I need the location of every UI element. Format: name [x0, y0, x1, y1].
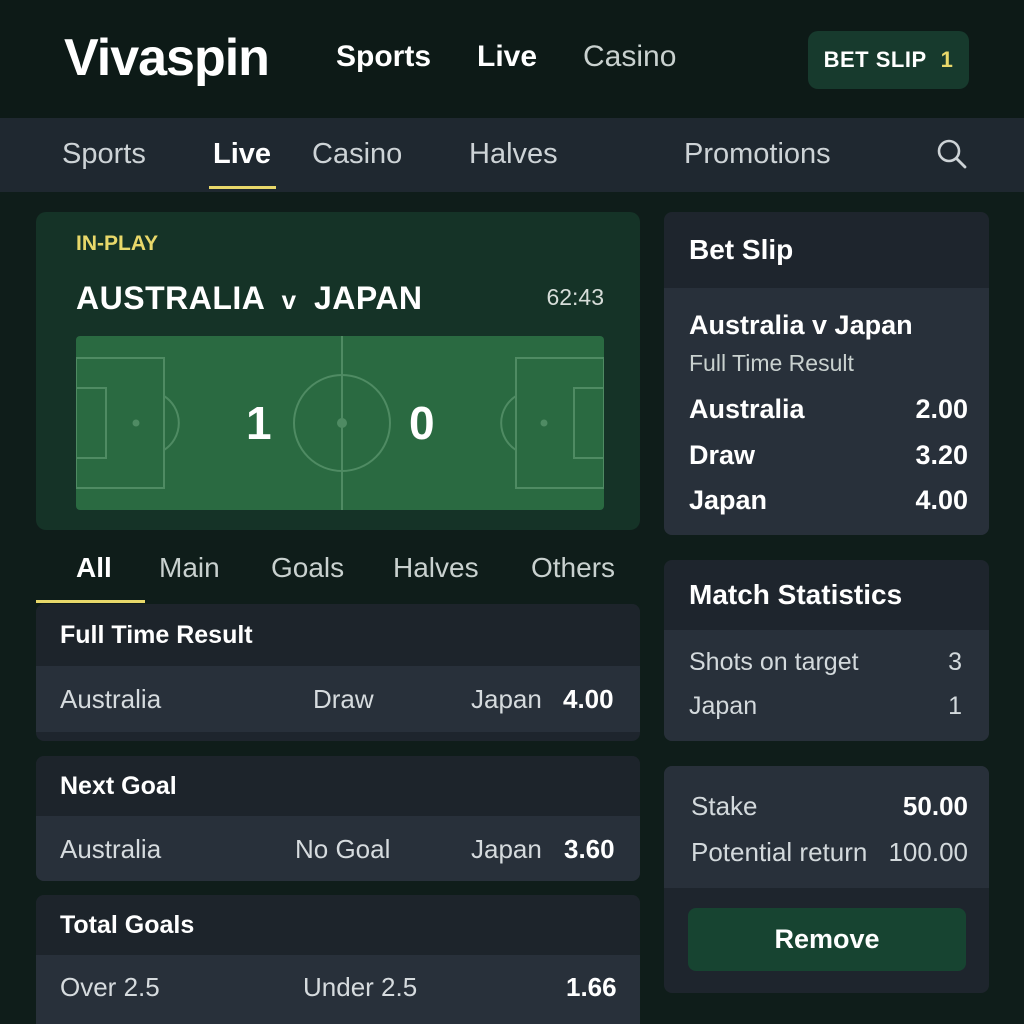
selection-name: Japan: [689, 485, 768, 515]
bet-slip-selection-australia[interactable]: Australia 2.00: [689, 394, 968, 425]
market-total-goals: Total Goals Over 2.5 Under 2.5 1.66: [36, 895, 640, 1024]
bet-slip-market: Full Time Result: [689, 350, 854, 376]
market-title: Next Goal: [36, 756, 640, 816]
selection-away[interactable]: Japan: [471, 834, 542, 865]
market-row: Australia Draw Japan 4.00: [36, 666, 640, 732]
bet-slip-title: Bet Slip: [689, 234, 794, 265]
bet-slip-body: Australia v Japan Full Time Result Austr…: [664, 288, 989, 535]
bet-slip-match: Australia v Japan: [689, 310, 913, 340]
top-nav-casino[interactable]: Casino: [583, 40, 676, 74]
potential-return-value: 100.00: [888, 837, 968, 867]
stake-body: Stake 50.00 Potential return 100.00: [664, 766, 989, 888]
selection-name: Draw: [689, 440, 756, 470]
potential-return-label: Potential return: [691, 837, 868, 867]
selection-home[interactable]: Australia: [60, 684, 161, 715]
inplay-label: IN-PLAY: [76, 232, 159, 255]
market-tab-halves[interactable]: Halves: [393, 552, 479, 584]
market-row: Over 2.5 Under 2.5 1.66: [36, 955, 640, 1024]
home-team-name: AUSTRALIA: [76, 280, 265, 316]
search-icon[interactable]: [936, 138, 968, 170]
bet-slip-selection-japan[interactable]: Japan 4.00: [689, 485, 968, 516]
selection-name: Australia: [689, 394, 805, 424]
subnav-item-halves[interactable]: Halves: [469, 138, 558, 171]
match-statistics-title: Match Statistics: [689, 579, 903, 610]
subnav-item-promotions[interactable]: Promotions: [684, 138, 831, 171]
bet-slip-button[interactable]: BET SLIP 1: [808, 31, 969, 89]
selection-odds: 2.00: [915, 394, 968, 424]
match-title: AUSTRALIA v JAPAN: [76, 280, 423, 317]
match-statistics-panel: Match Statistics Shots on target 3 Japan…: [664, 560, 989, 741]
market-row: Australia No Goal Japan 3.60: [36, 816, 640, 881]
stat-value: 3: [948, 648, 962, 676]
subnav-item-casino[interactable]: Casino: [312, 138, 402, 171]
selection-draw[interactable]: Draw: [313, 684, 374, 715]
brand-logo[interactable]: Vivaspin: [64, 28, 270, 88]
selection-over[interactable]: Over 2.5: [60, 972, 160, 1003]
match-clock: 62:43: [546, 284, 604, 310]
selection-odds: 4.00: [915, 485, 968, 515]
subnav-item-sports[interactable]: Sports: [62, 138, 146, 171]
odds-value[interactable]: 4.00: [563, 684, 614, 715]
stake-label: Stake: [691, 791, 758, 821]
stat-row: Shots on target 3: [689, 648, 962, 677]
market-tab-main[interactable]: Main: [159, 552, 220, 584]
remove-button[interactable]: Remove: [688, 908, 966, 971]
selection-under[interactable]: Under 2.5: [303, 972, 417, 1003]
top-nav-sports[interactable]: Sports: [336, 40, 431, 74]
market-title: Total Goals: [36, 895, 640, 955]
bet-slip-selection-draw[interactable]: Draw 3.20: [689, 440, 968, 471]
match-statistics-body: Shots on target 3 Japan 1: [664, 630, 989, 741]
market-next-goal: Next Goal Australia No Goal Japan 3.60: [36, 756, 640, 881]
home-score: 1: [246, 397, 272, 449]
selection-home[interactable]: Australia: [60, 834, 161, 865]
potential-return-row: Potential return 100.00: [691, 837, 968, 868]
selection-no-goal[interactable]: No Goal: [295, 834, 390, 865]
inplay-match-card[interactable]: IN-PLAY AUSTRALIA v JAPAN 62:43 1 0: [36, 212, 640, 530]
selection-odds: 3.20: [915, 440, 968, 470]
stat-label: Japan: [689, 692, 758, 720]
market-title: Full Time Result: [36, 604, 640, 666]
market-tab-others[interactable]: Others: [531, 552, 615, 584]
bet-slip-button-label: BET SLIP: [823, 47, 927, 72]
stake-row[interactable]: Stake 50.00: [691, 791, 968, 822]
bet-slip-panel: Bet Slip Australia v Japan Full Time Res…: [664, 212, 989, 535]
bet-slip-count-badge: 1: [940, 47, 954, 72]
stat-row: Japan 1: [689, 692, 962, 721]
top-header: Vivaspin Sports Live Casino BET SLIP 1: [0, 0, 1024, 118]
market-full-time-result: Full Time Result Australia Draw Japan 4.…: [36, 604, 640, 741]
top-nav-live[interactable]: Live: [477, 40, 537, 74]
pitch-graphic: 1 0: [76, 336, 604, 510]
away-team-name: JAPAN: [313, 280, 423, 316]
odds-value[interactable]: 3.60: [564, 834, 615, 865]
away-score: 0: [409, 397, 435, 449]
pitch-lines: [76, 336, 604, 510]
market-tab-indicator: [36, 600, 145, 603]
subnav-item-live[interactable]: Live: [213, 138, 271, 171]
stat-value: 1: [948, 692, 962, 720]
versus-label: v: [281, 285, 297, 315]
subnav-active-indicator: [209, 186, 276, 189]
stake-panel: Stake 50.00 Potential return 100.00 Remo…: [664, 766, 989, 993]
selection-away[interactable]: Japan: [471, 684, 542, 715]
stake-value: 50.00: [902, 791, 968, 821]
market-tab-goals[interactable]: Goals: [271, 552, 344, 584]
odds-value[interactable]: 1.66: [566, 972, 617, 1003]
market-tab-all[interactable]: All: [76, 552, 112, 584]
stat-label: Shots on target: [689, 648, 859, 676]
